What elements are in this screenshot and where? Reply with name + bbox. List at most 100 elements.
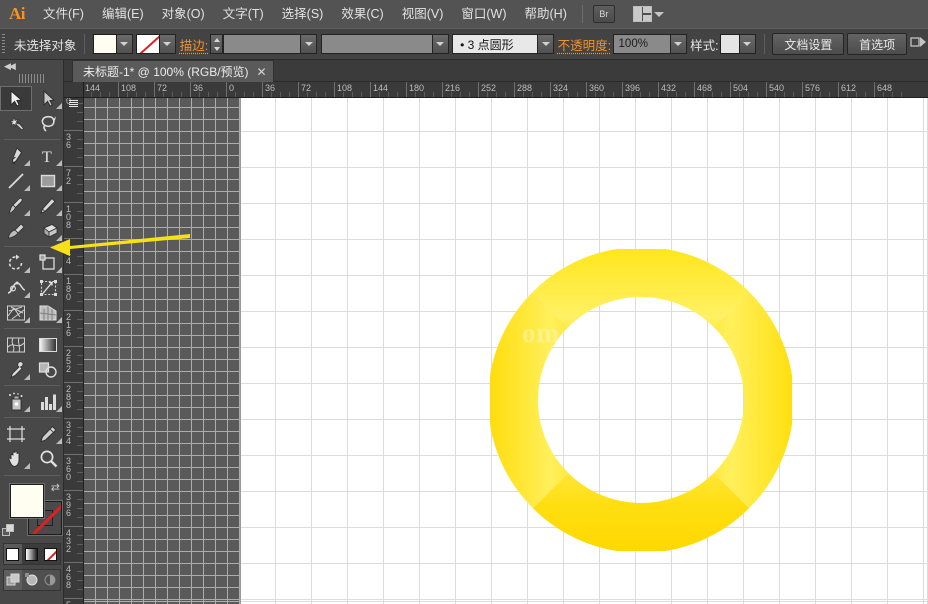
stroke-label[interactable]: 描边: (180, 35, 208, 54)
stroke-weight-input[interactable] (223, 34, 301, 54)
watermark-text: om (522, 318, 560, 349)
panel-menu-icon[interactable] (910, 35, 928, 54)
line-segment-tool[interactable] (0, 168, 32, 193)
gradient-mode-button[interactable] (22, 544, 41, 564)
magic-wand-tool[interactable] (0, 111, 32, 136)
chevron-down-icon (542, 42, 550, 46)
stroke-profile-control[interactable] (321, 34, 449, 54)
preferences-button[interactable]: 首选项 (847, 33, 907, 55)
ruler-corner[interactable] (64, 82, 84, 98)
draw-normal-button[interactable] (4, 570, 23, 590)
ruler-minor-tick (77, 229, 84, 230)
default-fill-stroke-icon[interactable] (2, 524, 15, 537)
menu-edit[interactable]: 编辑(E) (93, 0, 153, 28)
menu-effect[interactable]: 效果(C) (332, 0, 392, 28)
graphic-style-dropdown[interactable] (740, 34, 756, 54)
pencil-tool[interactable] (32, 193, 64, 218)
ruler-minor-tick (77, 283, 84, 284)
menu-window[interactable]: 窗口(W) (452, 0, 515, 28)
perspective-grid-tool[interactable] (32, 300, 64, 325)
menu-file[interactable]: 文件(F) (34, 0, 93, 28)
width-tool[interactable] (0, 275, 32, 300)
menu-type[interactable]: 文字(T) (214, 0, 273, 28)
ruler-tick (64, 454, 84, 455)
fill-dropdown-button[interactable] (117, 34, 133, 54)
fill-swatch-large[interactable] (10, 484, 44, 518)
symbol-sprayer-tool[interactable] (0, 389, 32, 414)
horizontal-ruler[interactable]: 1441087236036721081441802162522883243603… (84, 82, 928, 98)
stroke-profile-input[interactable] (321, 34, 433, 54)
opacity-label[interactable]: 不透明度: (558, 35, 611, 54)
eyedropper-tool[interactable] (0, 357, 32, 382)
zoom-tool[interactable] (32, 446, 64, 471)
free-transform-tool[interactable] (32, 275, 64, 300)
stepper-up-icon[interactable] (214, 38, 220, 42)
type-tool[interactable]: T (32, 143, 64, 168)
menu-view[interactable]: 视图(V) (393, 0, 453, 28)
opacity-control[interactable]: 100% (613, 34, 687, 54)
ruler-label: 324 (553, 83, 568, 93)
vertical-ruler[interactable]: 0367210814418021625228832436039643246850… (64, 98, 84, 604)
life-ring-artwork[interactable]: om (470, 236, 812, 564)
selection-tool[interactable] (0, 86, 32, 111)
ruler-label: 468 (697, 83, 712, 93)
shape-builder-tool[interactable] (0, 300, 32, 325)
close-icon[interactable]: ✕ (257, 66, 267, 78)
stroke-dropdown-button[interactable] (160, 34, 176, 54)
brush-definition-value[interactable]: • 3 点圆形 (452, 34, 538, 54)
collapse-panel-icon[interactable]: ◀◀ (4, 61, 14, 72)
blend-tool[interactable] (32, 357, 64, 382)
graphic-style-control[interactable] (720, 34, 756, 54)
tool-more-indicator (24, 406, 30, 412)
stroke-color-control[interactable] (136, 34, 176, 54)
direct-selection-tool[interactable] (32, 86, 64, 111)
swap-fill-stroke-icon[interactable]: ⇄ (51, 481, 60, 494)
stroke-weight-stepper[interactable] (210, 34, 223, 54)
stroke-profile-dropdown[interactable] (433, 34, 449, 54)
draw-inside-button[interactable] (41, 570, 60, 590)
opacity-input[interactable]: 100% (613, 34, 671, 54)
lasso-tool[interactable] (32, 111, 64, 136)
bridge-button[interactable]: Br (593, 5, 615, 23)
hand-tool[interactable] (0, 446, 32, 471)
brush-definition-dropdown[interactable] (538, 34, 554, 54)
mesh-tool[interactable] (0, 332, 32, 357)
canvas-area[interactable]: om (84, 98, 928, 604)
stepper-down-icon[interactable] (214, 47, 220, 51)
arrange-documents-button[interactable] (633, 6, 664, 22)
graphic-style-swatch[interactable] (720, 34, 740, 54)
gradient-tool[interactable] (32, 332, 64, 357)
column-graph-tool[interactable] (32, 389, 64, 414)
eraser-tool[interactable] (32, 218, 64, 243)
artboard-edge (240, 98, 241, 604)
opacity-dropdown[interactable] (671, 34, 687, 54)
fill-color-control[interactable] (93, 34, 133, 54)
stroke-weight-dropdown[interactable] (301, 34, 317, 54)
draw-behind-button[interactable] (22, 570, 41, 590)
menu-select[interactable]: 选择(S) (273, 0, 333, 28)
slice-tool[interactable] (32, 421, 64, 446)
none-mode-button[interactable] (41, 544, 60, 564)
document-tab[interactable]: 未标题-1* @ 100% (RGB/预览) ✕ (72, 60, 274, 82)
ruler-tick (64, 274, 84, 275)
artboard-tool[interactable] (0, 421, 32, 446)
tools-panel-header[interactable]: ◀◀ (0, 60, 63, 73)
scale-tool[interactable] (32, 250, 64, 275)
blob-brush-tool[interactable] (0, 218, 32, 243)
panel-grip[interactable] (2, 34, 5, 54)
tools-panel-grip[interactable] (19, 74, 45, 83)
document-setup-button[interactable]: 文档设置 (772, 33, 844, 55)
rotate-tool[interactable] (0, 250, 32, 275)
fill-swatch[interactable] (93, 34, 117, 54)
color-mode-button[interactable] (4, 544, 23, 564)
pen-tool[interactable] (0, 143, 32, 168)
ruler-origin-marker[interactable] (69, 100, 78, 108)
stroke-weight-control[interactable] (210, 34, 317, 54)
stroke-swatch-none[interactable] (136, 34, 160, 54)
brush-definition-control[interactable]: • 3 点圆形 (452, 34, 554, 54)
chevron-down-icon (654, 12, 664, 17)
rectangle-tool[interactable] (32, 168, 64, 193)
paintbrush-tool[interactable] (0, 193, 32, 218)
menu-help[interactable]: 帮助(H) (516, 0, 576, 28)
menu-object[interactable]: 对象(O) (153, 0, 214, 28)
